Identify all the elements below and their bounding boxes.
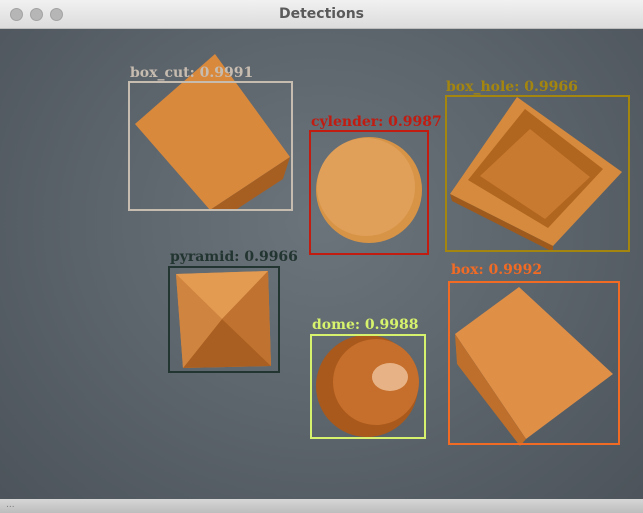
- window-title: Detections: [278, 6, 364, 22]
- detection-box-pyramid: [168, 266, 280, 373]
- detection-box-dome: [310, 334, 426, 439]
- camera-image: box_cut: 0.9991 cylender: 0.9987 box_hol…: [0, 29, 643, 513]
- detection-label-box-hole: box_hole: 0.9966: [446, 79, 578, 95]
- status-strip: ...: [0, 499, 643, 513]
- title-bar: Detections: [0, 0, 643, 29]
- detection-label-box-cut: box_cut: 0.9991: [130, 65, 254, 81]
- detection-label-pyramid: pyramid: 0.9966: [170, 249, 298, 265]
- detection-label-box: box: 0.9992: [451, 262, 543, 278]
- detection-box-cylender: [309, 130, 429, 255]
- detections-window: Detections box_cut: 0.9991 cylender: 0.9…: [0, 0, 643, 513]
- detection-label-dome: dome: 0.9988: [312, 317, 419, 333]
- detection-box-box-hole: [445, 95, 630, 252]
- detection-box-box: [448, 281, 620, 445]
- detection-label-cylender: cylender: 0.9987: [311, 114, 442, 130]
- detection-box-box-cut: [128, 81, 293, 211]
- status-text: ...: [6, 500, 15, 510]
